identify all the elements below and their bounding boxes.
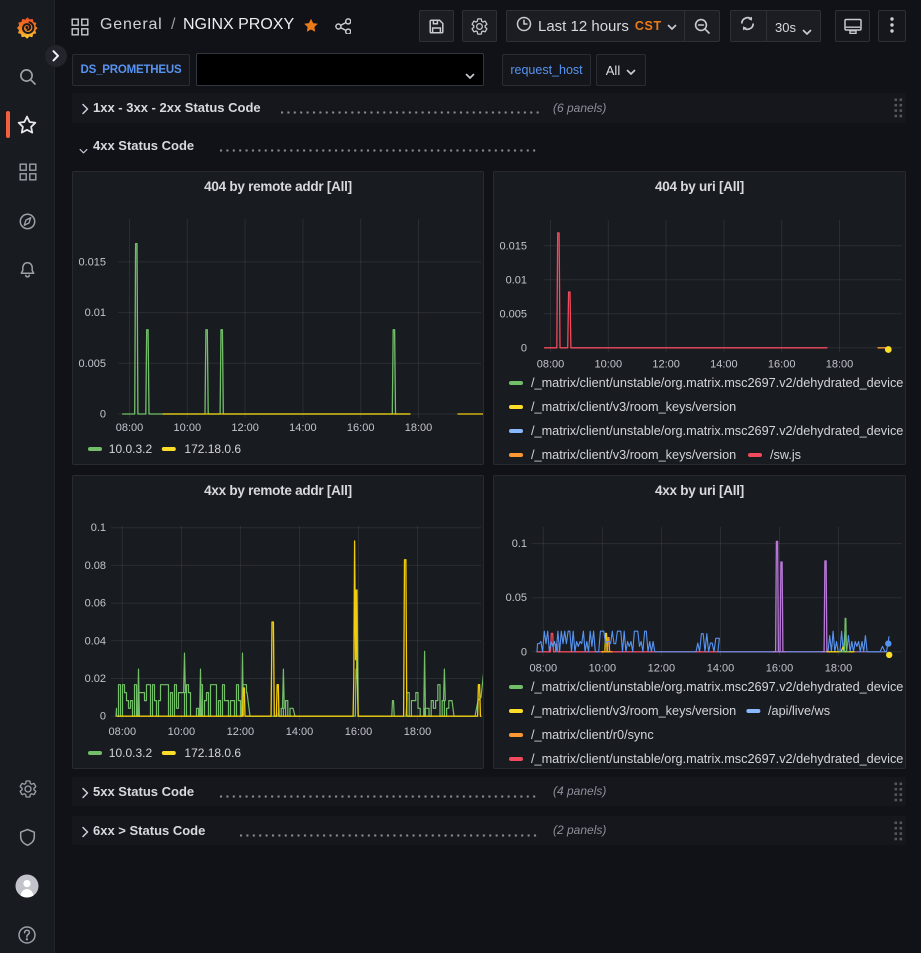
svg-text:0: 0 — [521, 646, 527, 658]
svg-text:/_matrix/client/unstable/org.m: /_matrix/client/unstable/org.matrix.msc2… — [531, 424, 903, 438]
svg-text:0: 0 — [100, 711, 106, 723]
svg-text:12:00: 12:00 — [652, 359, 680, 371]
svg-text:0.005: 0.005 — [78, 358, 106, 370]
svg-text:0.005: 0.005 — [499, 308, 527, 320]
svg-text:10.0.3.2: 10.0.3.2 — [109, 442, 153, 456]
svg-text:18:00: 18:00 — [405, 422, 433, 434]
svg-text:10.0.3.2: 10.0.3.2 — [109, 746, 153, 760]
svg-text:18:00: 18:00 — [825, 663, 853, 675]
svg-text:12:00: 12:00 — [648, 663, 676, 675]
svg-text:0.015: 0.015 — [499, 240, 527, 252]
svg-text:14:00: 14:00 — [707, 663, 735, 675]
svg-text:0: 0 — [521, 342, 527, 354]
svg-text:172.18.0.6: 172.18.0.6 — [184, 442, 241, 456]
svg-text:0.01: 0.01 — [506, 274, 527, 286]
svg-text:14:00: 14:00 — [286, 726, 314, 738]
svg-text:0.08: 0.08 — [85, 560, 106, 572]
svg-text:18:00: 18:00 — [404, 726, 432, 738]
svg-text:/sw.js: /sw.js — [770, 448, 801, 462]
svg-text:/_matrix/client/v3/room_keys/v: /_matrix/client/v3/room_keys/version — [531, 704, 736, 718]
svg-text:0.05: 0.05 — [506, 592, 527, 604]
svg-text:12:00: 12:00 — [227, 726, 255, 738]
svg-text:18:00: 18:00 — [826, 359, 854, 371]
svg-text:12:00: 12:00 — [231, 422, 259, 434]
svg-text:/_matrix/client/unstable/org.m: /_matrix/client/unstable/org.matrix.msc2… — [531, 680, 903, 694]
svg-text:/_matrix/client/unstable/org.m: /_matrix/client/unstable/org.matrix.msc2… — [531, 376, 903, 390]
svg-text:16:00: 16:00 — [347, 422, 375, 434]
svg-text:08:00: 08:00 — [116, 422, 144, 434]
svg-text:0.06: 0.06 — [85, 598, 106, 610]
svg-text:10:00: 10:00 — [595, 359, 623, 371]
svg-text:10:00: 10:00 — [589, 663, 617, 675]
svg-text:/_matrix/client/v3/room_keys/v: /_matrix/client/v3/room_keys/version — [531, 400, 736, 414]
svg-text:/_matrix/client/r0/sync: /_matrix/client/r0/sync — [531, 728, 654, 742]
svg-text:/_matrix/client/unstable/org.m: /_matrix/client/unstable/org.matrix.msc2… — [531, 752, 903, 766]
svg-text:14:00: 14:00 — [710, 359, 738, 371]
svg-text:0.01: 0.01 — [85, 307, 106, 319]
svg-text:10:00: 10:00 — [168, 726, 196, 738]
svg-text:0.1: 0.1 — [91, 522, 106, 534]
svg-text:0.02: 0.02 — [85, 673, 106, 685]
svg-text:14:00: 14:00 — [289, 422, 317, 434]
svg-text:0.1: 0.1 — [512, 538, 527, 550]
svg-text:0.015: 0.015 — [78, 256, 106, 268]
svg-text:08:00: 08:00 — [109, 726, 137, 738]
svg-text:10:00: 10:00 — [174, 422, 202, 434]
svg-text:08:00: 08:00 — [530, 663, 558, 675]
svg-text:08:00: 08:00 — [537, 359, 565, 371]
svg-text:/_matrix/client/v3/room_keys/v: /_matrix/client/v3/room_keys/version — [531, 448, 736, 462]
svg-text:16:00: 16:00 — [345, 726, 373, 738]
svg-text:16:00: 16:00 — [768, 359, 796, 371]
svg-text:172.18.0.6: 172.18.0.6 — [184, 746, 241, 760]
svg-text:/api/live/ws: /api/live/ws — [768, 704, 830, 718]
svg-text:0.04: 0.04 — [85, 635, 106, 647]
svg-text:16:00: 16:00 — [766, 663, 794, 675]
svg-text:0: 0 — [100, 409, 106, 421]
